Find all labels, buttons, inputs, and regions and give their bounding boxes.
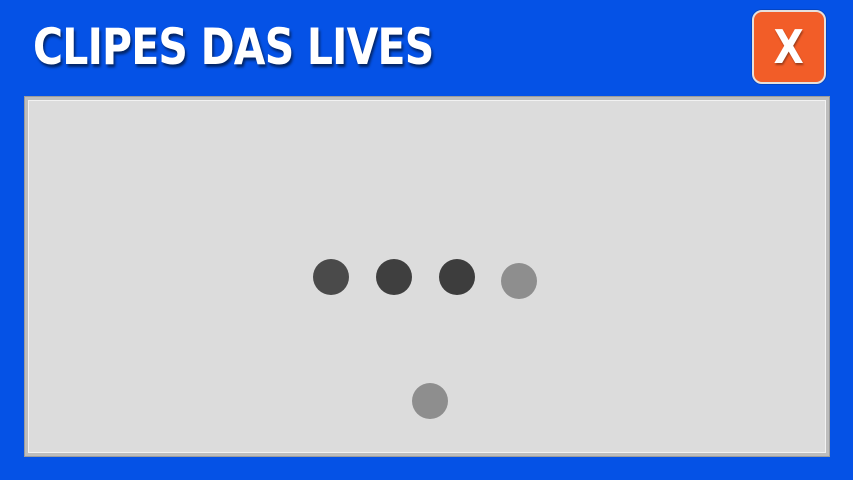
- clips-window: CLIPES DAS LIVES X: [0, 0, 853, 480]
- page-title: CLIPES DAS LIVES: [33, 18, 434, 76]
- close-button[interactable]: X: [752, 10, 826, 84]
- loading-dot-1: [313, 259, 349, 295]
- loading-dot-2: [376, 259, 412, 295]
- loading-dot-4: [501, 263, 537, 299]
- clips-content-panel: [25, 97, 829, 456]
- loading-dot-3: [439, 259, 475, 295]
- close-icon: X: [773, 20, 805, 74]
- loading-dot-5: [412, 383, 448, 419]
